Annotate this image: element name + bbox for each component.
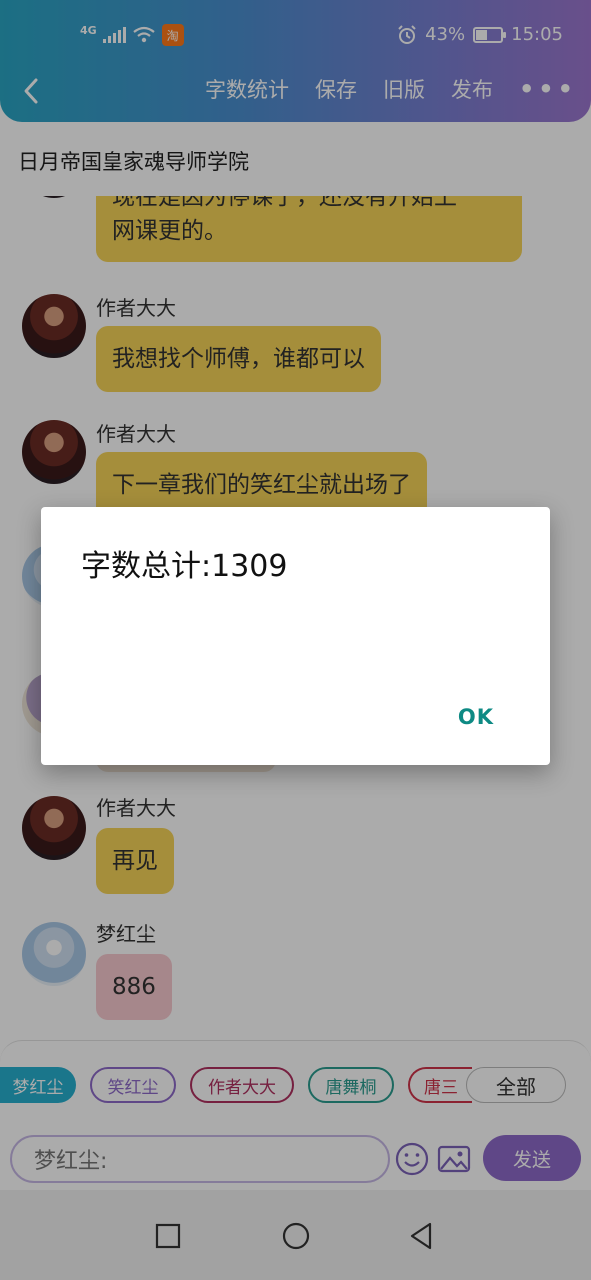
ok-button[interactable]: OK bbox=[458, 705, 494, 729]
dialog-title: 字数总计:1309 bbox=[81, 549, 288, 584]
word-count-dialog: 字数总计:1309 OK bbox=[41, 507, 550, 765]
